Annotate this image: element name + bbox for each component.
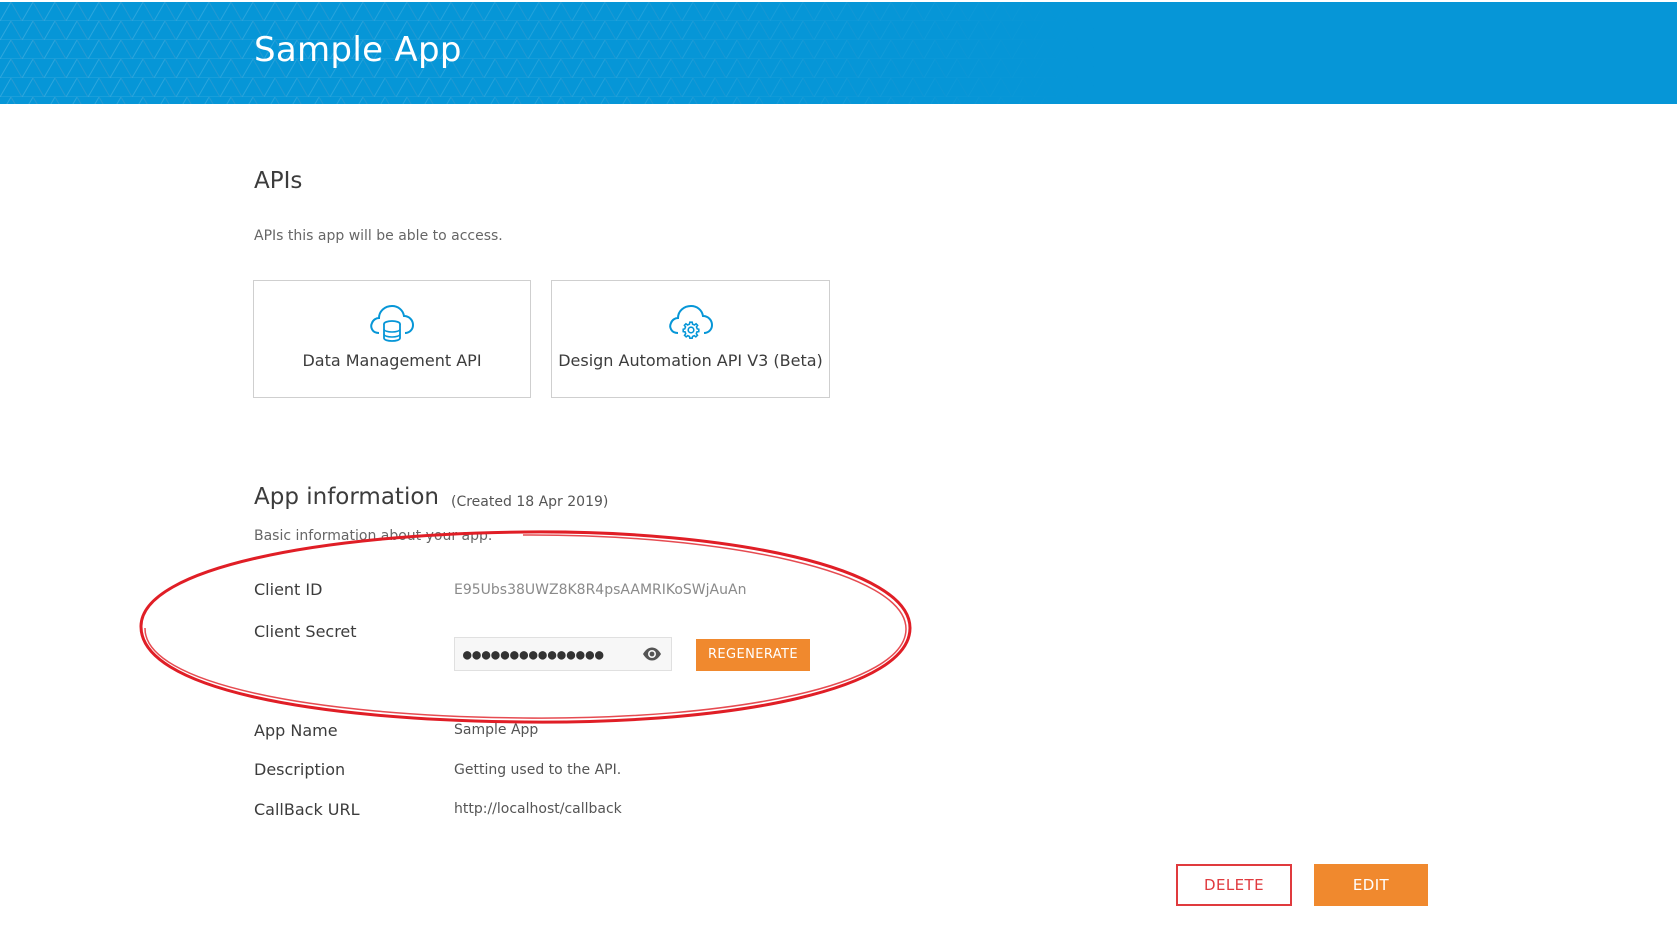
client-secret-input[interactable] [461,642,635,668]
header-triangle-pattern [0,2,1100,104]
app-header-banner: Sample App [0,2,1677,104]
client-secret-label: Client Secret [254,622,357,641]
client-id-label: Client ID [254,580,323,599]
red-annotation-ellipse [139,530,912,724]
api-card-design-automation[interactable]: Design Automation API V3 (Beta) [551,280,830,398]
regenerate-button[interactable]: REGENERATE [696,639,810,671]
client-id-value: E95Ubs38UWZ8K8R4psAAMRIKoSWjAuAn [454,582,747,598]
api-card-label: Design Automation API V3 (Beta) [558,351,823,370]
eye-icon[interactable] [642,646,662,662]
created-date: (Created 18 Apr 2019) [451,494,609,510]
callback-url-label: CallBack URL [254,800,360,819]
client-secret-field [454,637,672,671]
callback-url-value: http://localhost/callback [454,801,622,817]
edit-button[interactable]: EDIT [1314,864,1428,906]
cloud-gear-icon [668,304,713,339]
api-card-label: Data Management API [302,351,482,370]
app-title: Sample App [254,30,462,70]
cloud-database-icon [370,304,415,342]
api-card-data-management[interactable]: Data Management API [253,280,531,398]
description-value: Getting used to the API. [454,762,622,778]
app-detail-page: Sample App APIs APIs this app will be ab… [0,0,1677,934]
apis-section-title: APIs [254,168,303,194]
description-label: Description [254,760,346,779]
apis-section-subtitle: APIs this app will be able to access. [254,228,503,244]
app-name-label: App Name [254,721,338,740]
delete-button[interactable]: DELETE [1176,864,1292,906]
app-info-section-title: App information [254,484,439,510]
app-info-section-subtitle: Basic information about your app. [254,528,493,544]
app-name-value: Sample App [454,722,539,738]
